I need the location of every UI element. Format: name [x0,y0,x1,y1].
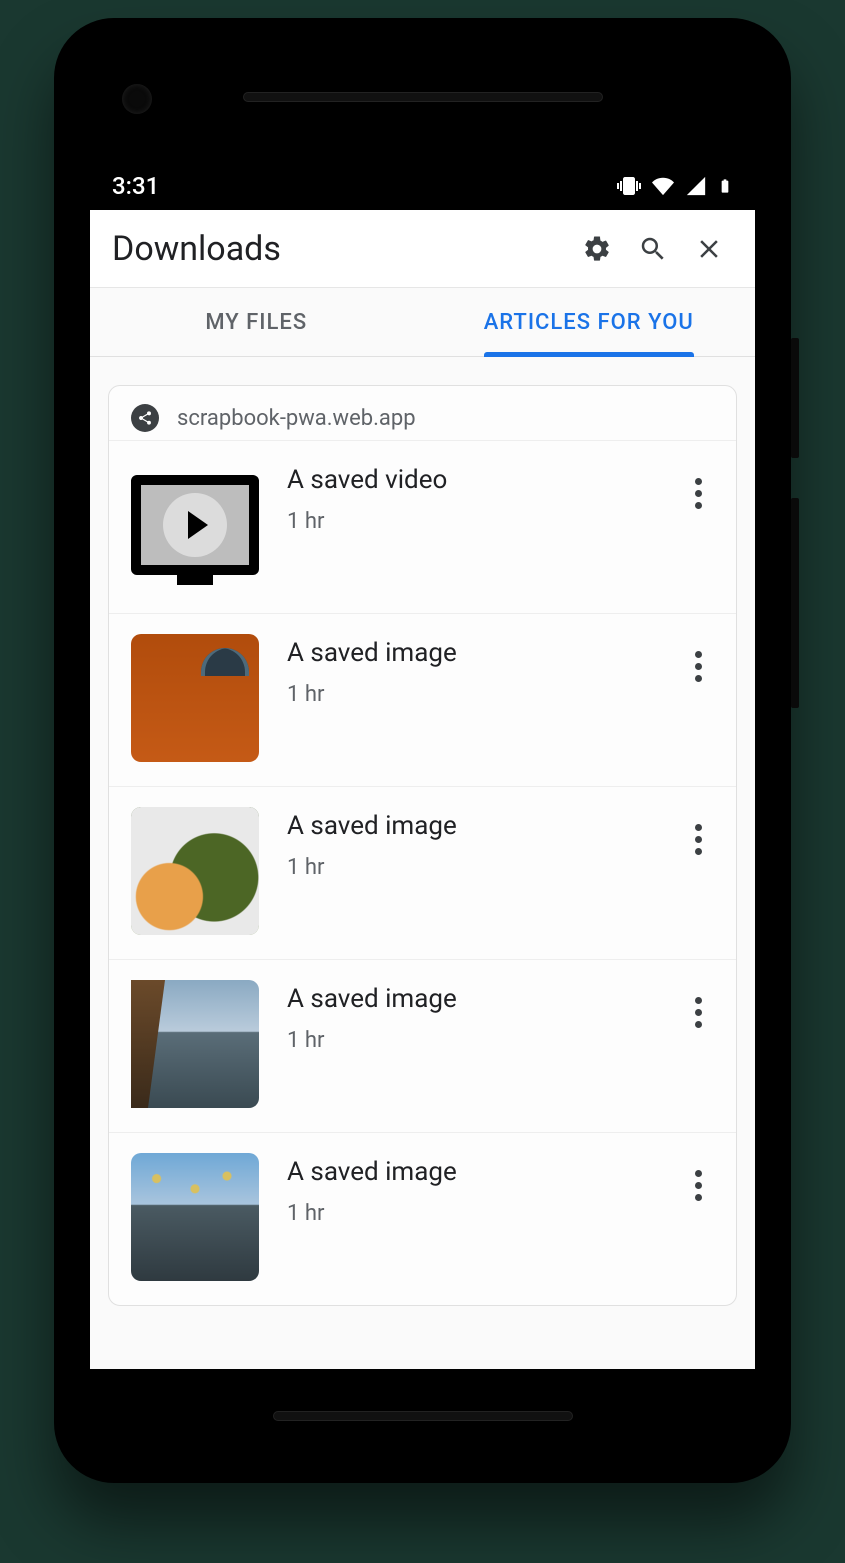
thumbnail [131,980,259,1108]
status-bar: 3:31 [90,162,755,210]
more-icon [695,997,702,1028]
source-card: scrapbook-pwa.web.app A saved video [108,385,737,1306]
tab-my-files[interactable]: MY FILES [90,288,423,356]
phone-side-button [791,338,799,458]
item-more-button[interactable] [682,807,714,871]
list-item[interactable]: A saved image 1 hr [109,786,736,959]
more-icon [695,651,702,682]
item-more-button[interactable] [682,461,714,525]
battery-icon [717,174,733,198]
item-time: 1 hr [287,509,654,534]
card-source-row: scrapbook-pwa.web.app [109,386,736,440]
item-time: 1 hr [287,1028,654,1053]
list-item[interactable]: A saved image 1 hr [109,613,736,786]
source-host: scrapbook-pwa.web.app [177,406,416,431]
close-icon [694,234,724,264]
more-icon [695,478,702,509]
item-title: A saved image [287,811,654,841]
status-icons [617,174,733,198]
thumbnail [131,807,259,935]
screen: 3:31 Downloads [90,162,755,1369]
phone-speaker [273,1411,573,1421]
item-more-button[interactable] [682,980,714,1044]
close-button[interactable] [685,225,733,273]
downloads-app: Downloads MY FILES ARTICLES FOR YOU [90,210,755,1369]
item-time: 1 hr [287,855,654,880]
phone-camera [122,84,152,114]
search-icon [638,234,668,264]
page-title: Downloads [112,229,565,269]
phone-side-button [791,498,799,708]
tabs: MY FILES ARTICLES FOR YOU [90,288,755,357]
app-header: Downloads [90,210,755,288]
more-icon [695,1170,702,1201]
tab-articles-for-you[interactable]: ARTICLES FOR YOU [423,288,756,356]
vibrate-icon [617,174,641,198]
more-icon [695,824,702,855]
search-button[interactable] [629,225,677,273]
item-more-button[interactable] [682,1153,714,1217]
signal-icon [685,175,707,197]
item-time: 1 hr [287,682,654,707]
gear-icon [582,234,612,264]
item-title: A saved image [287,1157,654,1187]
item-title: A saved image [287,984,654,1014]
wifi-icon [651,175,675,197]
item-more-button[interactable] [682,634,714,698]
item-title: A saved video [287,465,654,495]
content-area: scrapbook-pwa.web.app A saved video [90,357,755,1369]
thumbnail [131,634,259,762]
share-icon [131,404,159,432]
phone-frame: 3:31 Downloads [54,18,791,1483]
list-item[interactable]: A saved image 1 hr [109,959,736,1132]
item-title: A saved image [287,638,654,668]
thumbnail [131,461,259,589]
thumbnail [131,1153,259,1281]
phone-speaker [243,92,603,102]
video-icon [131,475,259,575]
status-time: 3:31 [112,172,159,200]
list-item[interactable]: A saved image 1 hr [109,1132,736,1305]
item-time: 1 hr [287,1201,654,1226]
list-item[interactable]: A saved video 1 hr [109,440,736,613]
settings-button[interactable] [573,225,621,273]
